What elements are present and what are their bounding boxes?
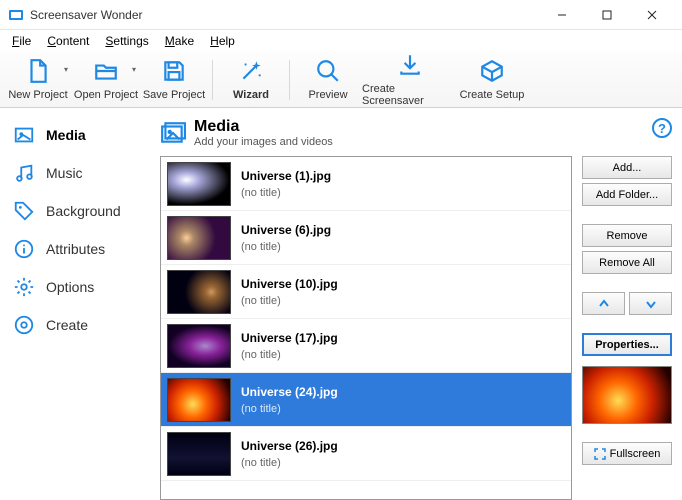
media-thumbnail	[167, 432, 231, 476]
add-folder-button[interactable]: Add Folder...	[582, 183, 672, 206]
media-filename: Universe (10).jpg	[241, 277, 338, 291]
app-icon	[8, 7, 24, 23]
toolbar-label: New Project	[8, 89, 67, 101]
remove-all-button[interactable]: Remove All	[582, 251, 672, 274]
media-row[interactable]: Universe (1).jpg (no title)	[161, 157, 571, 211]
sidebar-item-background[interactable]: Background	[0, 192, 160, 230]
media-list[interactable]: Universe (1).jpg(no title)Universe (6).j…	[160, 156, 572, 500]
page-title: Media	[194, 118, 333, 136]
menu-help[interactable]: Help	[202, 32, 243, 50]
toolbar-label: Wizard	[233, 89, 269, 101]
media-thumbnail	[167, 162, 231, 206]
media-thumbnail	[167, 324, 231, 368]
toolbar-separator	[212, 60, 213, 100]
download-icon	[397, 52, 423, 81]
titlebar: Screensaver Wonder	[0, 0, 682, 30]
properties-button[interactable]: Properties...	[582, 333, 672, 356]
media-filename: Universe (6).jpg	[241, 223, 331, 237]
media-filename: Universe (1).jpg	[241, 169, 331, 183]
right-panel: Add... Add Folder... Remove Remove All P…	[572, 156, 672, 500]
remove-button[interactable]: Remove	[582, 224, 672, 247]
media-row[interactable]: Universe (26).jpg (no title)	[161, 427, 571, 481]
sidebar-item-music[interactable]: Music	[0, 154, 160, 192]
toolbar-label: Open Project	[74, 89, 138, 101]
menu-content[interactable]: Content	[39, 32, 97, 50]
sidebar-item-attributes[interactable]: Attributes	[0, 230, 160, 268]
sidebar-label: Options	[46, 279, 94, 295]
toolbar: New Project ▾ Open Project ▾ Save Project Wiz…	[0, 52, 682, 108]
media-subtitle: (no title)	[241, 187, 331, 199]
move-up-button[interactable]	[582, 292, 625, 315]
disc-icon	[12, 313, 36, 337]
move-down-button[interactable]	[629, 292, 672, 315]
media-row[interactable]: Universe (17).jpg (no title)	[161, 319, 571, 373]
sidebar-label: Music	[46, 165, 83, 181]
toolbar-create-setup[interactable]: Create Setup	[458, 53, 526, 107]
preview-thumbnail	[582, 366, 672, 424]
preview-icon	[315, 58, 341, 87]
sidebar-label: Media	[46, 127, 86, 143]
sidebar-label: Create	[46, 317, 88, 333]
fullscreen-button[interactable]: Fullscreen	[582, 442, 672, 465]
toolbar-label: Save Project	[143, 89, 205, 101]
gear-icon	[12, 275, 36, 299]
sidebar-item-media[interactable]: Media	[0, 116, 160, 154]
toolbar-label: Preview	[308, 89, 347, 101]
toolbar-new-project[interactable]: New Project ▾	[4, 53, 72, 107]
sidebar-item-create[interactable]: Create	[0, 306, 160, 344]
toolbar-label: Create Setup	[460, 89, 525, 101]
help-icon[interactable]: ?	[652, 118, 672, 138]
file-icon	[25, 58, 51, 87]
media-row[interactable]: Universe (24).jpg (no title)	[161, 373, 571, 427]
toolbar-wizard[interactable]: Wizard	[217, 53, 285, 107]
media-subtitle: (no title)	[241, 403, 338, 415]
menu-make[interactable]: Make	[157, 32, 202, 50]
media-icon	[160, 120, 186, 146]
tag-icon	[12, 199, 36, 223]
sidebar: Media Music Background Attributes Options Cre…	[0, 108, 160, 500]
minimize-button[interactable]	[539, 0, 584, 30]
window-title: Screensaver Wonder	[30, 8, 539, 22]
box-icon	[479, 58, 505, 87]
chevron-down-icon: ▾	[64, 65, 68, 74]
add-button[interactable]: Add...	[582, 156, 672, 179]
fullscreen-label: Fullscreen	[610, 448, 661, 460]
toolbar-separator	[289, 60, 290, 100]
sidebar-label: Attributes	[46, 241, 105, 257]
save-icon	[161, 58, 187, 87]
media-filename: Universe (26).jpg	[241, 439, 338, 453]
folder-icon	[93, 58, 119, 87]
menu-settings[interactable]: Settings	[97, 32, 156, 50]
media-row[interactable]: Universe (6).jpg (no title)	[161, 211, 571, 265]
menubar: File Content Settings Make Help	[0, 30, 682, 52]
maximize-button[interactable]	[584, 0, 629, 30]
media-subtitle: (no title)	[241, 349, 338, 361]
media-subtitle: (no title)	[241, 457, 338, 469]
media-thumbnail	[167, 270, 231, 314]
menu-file[interactable]: File	[4, 32, 39, 50]
media-subtitle: (no title)	[241, 241, 331, 253]
media-icon	[12, 123, 36, 147]
media-thumbnail	[167, 378, 231, 422]
wand-icon	[238, 58, 264, 87]
media-row[interactable]: Universe (10).jpg (no title)	[161, 265, 571, 319]
toolbar-open-project[interactable]: Open Project ▾	[72, 53, 140, 107]
info-icon	[12, 237, 36, 261]
close-button[interactable]	[629, 0, 674, 30]
toolbar-save-project[interactable]: Save Project	[140, 53, 208, 107]
toolbar-preview[interactable]: Preview	[294, 53, 362, 107]
media-thumbnail	[167, 216, 231, 260]
music-icon	[12, 161, 36, 185]
toolbar-create-screensaver[interactable]: Create Screensaver	[362, 53, 458, 107]
toolbar-label: Create Screensaver	[362, 83, 458, 107]
page-subtitle: Add your images and videos	[194, 136, 333, 148]
chevron-down-icon: ▾	[132, 65, 136, 74]
media-subtitle: (no title)	[241, 295, 338, 307]
media-filename: Universe (24).jpg	[241, 385, 338, 399]
media-filename: Universe (17).jpg	[241, 331, 338, 345]
content-header: Media Add your images and videos ?	[160, 118, 672, 148]
sidebar-label: Background	[46, 203, 121, 219]
sidebar-item-options[interactable]: Options	[0, 268, 160, 306]
